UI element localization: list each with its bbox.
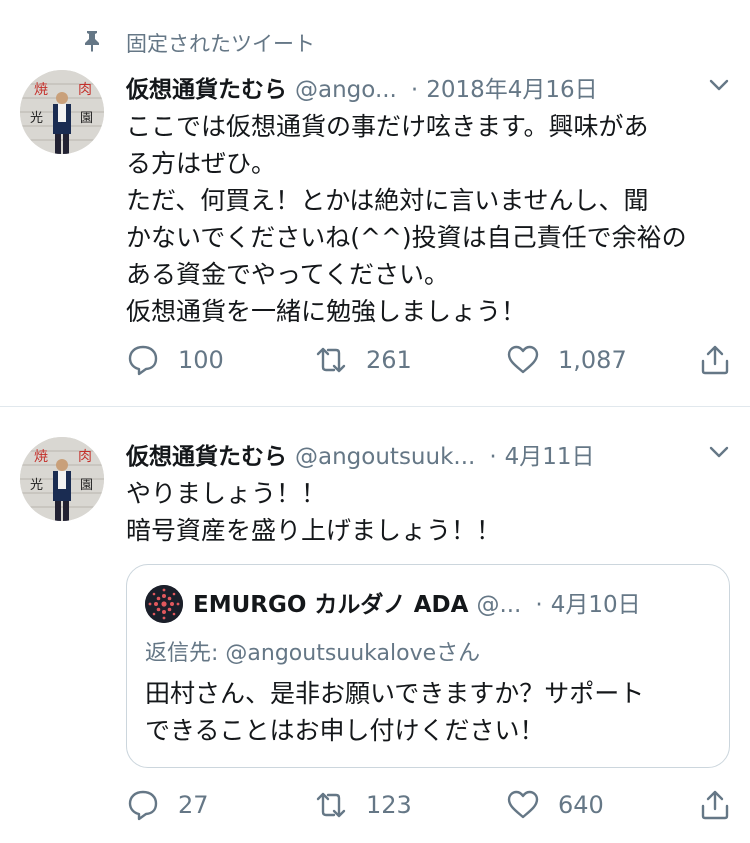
tweet-actions: 27 123 640 [126,785,736,825]
tweet-header: 仮想通貨たむら @ango... · 2018年4月16日 [126,70,730,104]
reply-button[interactable]: 100 [126,340,224,380]
separator: · [535,592,543,618]
quoted-header: EMURGO カルダノ ADA @... · 4月10日 [193,585,641,619]
quoted-handle[interactable]: @... [476,592,521,618]
tweet-line: ある資金でやってください。 [126,260,450,289]
tweet-line: 暗号資産を盛り上げましょう！！ [126,516,502,545]
quoted-tweet[interactable]: EMURGO カルダノ ADA @... · 4月10日 返信先: @angoutsu… [126,564,730,768]
separator: · [489,444,497,470]
quoted-line: できることはお申し付けください！ [145,716,545,745]
tweet-date[interactable]: 4月11日 [505,444,595,470]
separator: · [410,77,419,103]
tweet-line: ただ、何買え！とかは絶対に言いませんし、聞 [126,186,649,215]
share-button[interactable] [698,785,732,825]
avatar-sign-1: 焼 [34,449,48,465]
user-handle[interactable]: @ango... [295,77,397,103]
retweet-icon [316,347,346,373]
reply-button[interactable]: 27 [126,785,209,825]
tweet-line: る方はぜひ。 [126,149,277,178]
share-button[interactable] [698,340,732,380]
avatar-sign-3: 光 [30,111,43,126]
display-name[interactable]: 仮想通貨たむら [126,77,287,103]
tweet-date[interactable]: 2018年4月16日 [426,77,597,103]
reply-icon [128,345,158,376]
share-icon [701,345,729,375]
tweet-header: 仮想通貨たむら @angoutsuuk... · 4月11日 [126,437,730,471]
quoted-text: 田村さん、是非お願いできますか？サポート できることはお申し付けください！ [145,675,644,749]
tweet-line: やりましょう！！ [126,479,327,508]
retweet-count: 261 [366,346,412,374]
retweet-button[interactable]: 123 [314,785,412,825]
tweet-line: 仮想通貨を一緒に勉強しましょう！ [126,297,527,326]
quoted-display-name[interactable]: EMURGO カルダノ ADA [193,592,468,618]
avatar-sign-1: 焼 [34,82,48,98]
avatar[interactable]: 焼 肉 光 園 [20,437,104,521]
tweet-line: かないでくださいね(^^)投資は自己責任で余裕の [126,223,687,252]
tweet-text: ここでは仮想通貨の事だけ呟きます。興味があ る方はぜひ。 ただ、何買え！とかは絶… [126,108,726,330]
retweet-count: 123 [366,791,412,819]
quoted-avatar[interactable] [145,585,183,623]
user-handle[interactable]: @angoutsuuk... [295,444,475,470]
avatar-sign-4: 園 [80,478,93,493]
like-count: 1,087 [558,346,627,374]
reply-to-label[interactable]: 返信先: @angoutsuukaloveさん [145,635,480,667]
tweet-line: ここでは仮想通貨の事だけ呟きます。興味があ [126,112,649,141]
like-icon [507,345,539,374]
avatar-sign-4: 園 [80,111,93,126]
avatar-sign-2: 肉 [78,82,92,98]
reply-count: 27 [178,791,209,819]
quoted-date[interactable]: 4月10日 [551,592,641,618]
tweet-actions: 100 261 1,087 [126,340,736,380]
retweet-button[interactable]: 261 [314,340,412,380]
display-name[interactable]: 仮想通貨たむら [126,444,287,470]
like-count: 640 [558,791,604,819]
like-button[interactable]: 640 [506,785,604,825]
avatar[interactable]: 焼 肉 光 園 [20,70,104,154]
avatar-sign-2: 肉 [78,449,92,465]
tweet-text: やりましょう！！ 暗号資産を盛り上げましょう！！ [126,475,726,549]
like-icon [507,790,539,819]
share-icon [701,790,729,820]
like-button[interactable]: 1,087 [506,340,627,380]
reply-icon [128,790,158,821]
reply-count: 100 [178,346,224,374]
quoted-line: 田村さん、是非お願いできますか？サポート [145,679,645,708]
retweet-icon [316,792,346,818]
chevron-down-icon[interactable] [708,74,730,96]
chevron-down-icon[interactable] [708,441,730,463]
tweet-pinned[interactable]: 焼 肉 光 園 仮想通貨たむら @ango... · 2018年4月16日 ここでは仮… [0,0,750,405]
avatar-sign-3: 光 [30,478,43,493]
